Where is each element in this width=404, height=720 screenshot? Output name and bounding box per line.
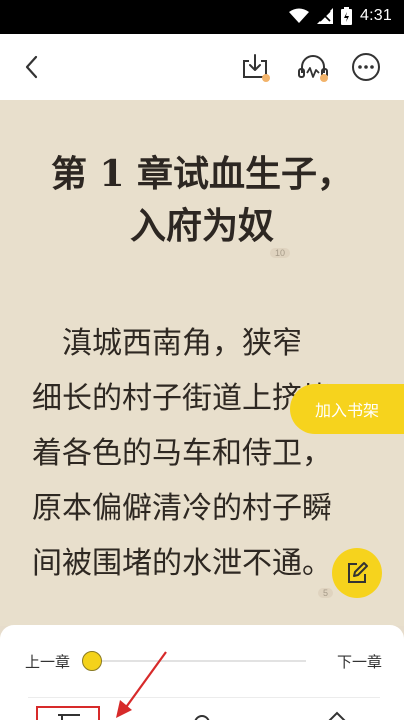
annotation-arrow [116,651,167,718]
chapter-title-line: 入府为奴 [129,205,274,247]
next-chapter-button[interactable]: 下一章 [337,651,382,672]
text-line: 原本偏僻清冷的村子瞬 [32,491,332,526]
settings-icon[interactable] [324,711,350,720]
text-line: 着各色的马车和侍卫， [32,436,332,471]
panel-divider [28,697,380,698]
download-notice-dot [262,74,270,82]
download-button[interactable] [238,50,272,84]
chapter-title-line: 第 1 章试血生子， [50,153,354,195]
brightness-icon[interactable] [192,713,212,720]
more-button[interactable] [349,50,383,84]
listen-button[interactable] [296,50,330,84]
text-line: 滇城西南角，狭窄 [32,326,302,361]
status-icons: 4:31 [289,7,392,25]
edit-note-icon [348,562,368,583]
listen-notice-dot [320,74,328,82]
status-bar: 4:31 [0,0,404,34]
annotation-highlight-box [36,706,100,720]
reading-page[interactable]: 第 1 章试血生子， 入府为奴 10 滇城西南角，狭窄 细长的村子街道上挤堵 着… [0,100,404,626]
chapter-text: 滇城西南角，狭窄 细长的村子街道上挤堵 着各色的马车和侍卫， 原本偏僻清冷的村子… [32,316,382,591]
back-icon [25,55,38,79]
battery-icon [341,7,353,25]
write-note-button[interactable] [332,548,382,598]
signal-icon [317,8,334,24]
status-time: 4:31 [360,7,392,24]
reader-top-bar [0,34,404,100]
page-number-badge: 10 [270,248,291,258]
wifi-icon [289,8,310,23]
text-line: 间被围堵的水泄不通。 [32,546,332,581]
chapter-title: 第 1 章试血生子， 入府为奴 [0,148,404,252]
add-to-bookshelf-button[interactable]: 加入书架 [290,384,404,434]
more-icon [352,53,380,81]
previous-chapter-button[interactable]: 上一章 [25,651,70,672]
back-button[interactable] [14,50,48,84]
page-number-badge: 5 [318,588,334,598]
chapter-progress-slider[interactable] [82,651,102,671]
